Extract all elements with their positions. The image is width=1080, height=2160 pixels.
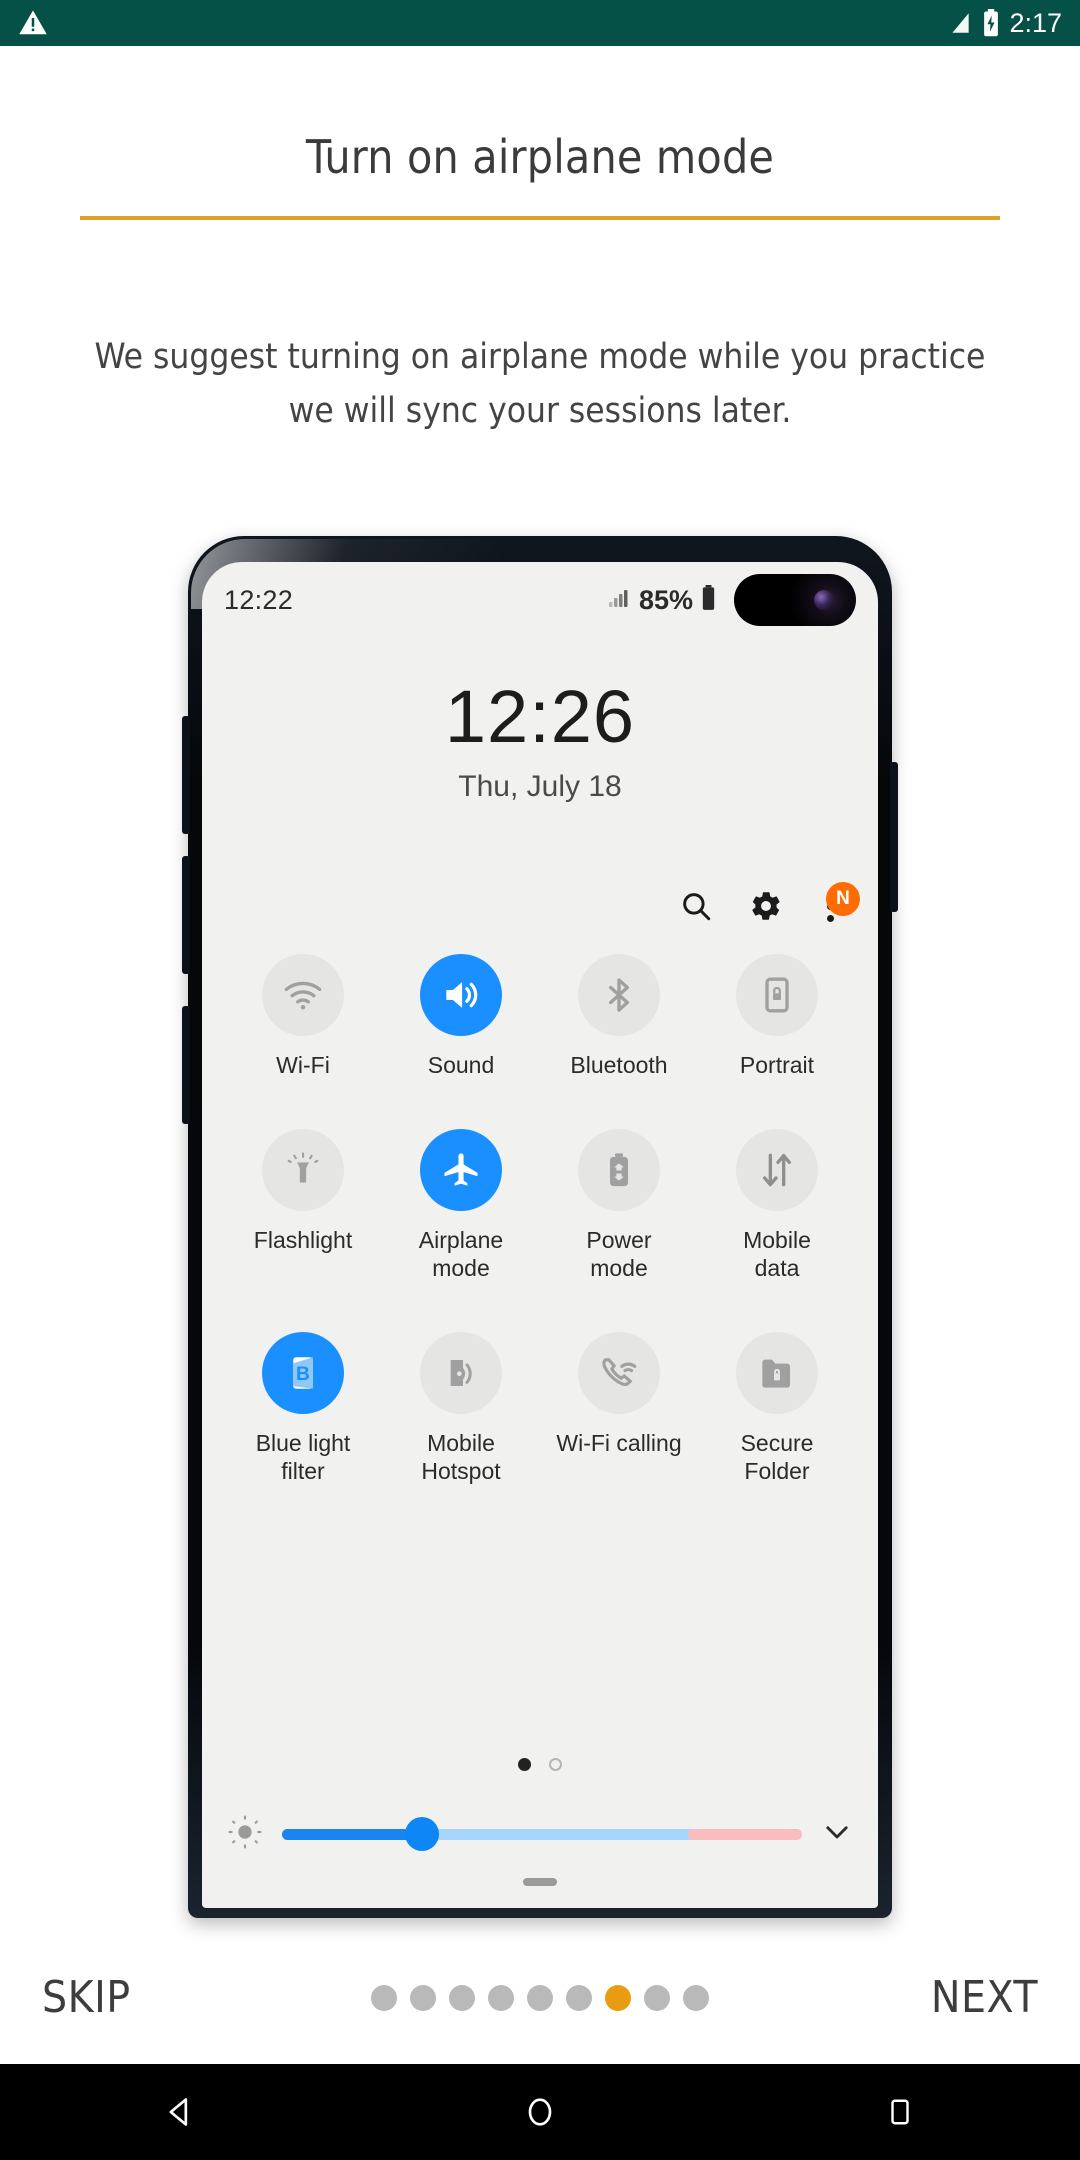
sound-icon bbox=[420, 954, 502, 1036]
portrait-lock-icon bbox=[736, 954, 818, 1036]
warning-triangle-icon bbox=[18, 8, 48, 38]
recents-square-icon[interactable] bbox=[840, 2064, 960, 2160]
tile-label: Mobile Hotspot bbox=[421, 1430, 501, 1484]
tile-bluetooth[interactable]: Bluetooth bbox=[540, 954, 698, 1079]
battery-icon bbox=[701, 584, 716, 616]
panel-page-indicator bbox=[202, 1758, 878, 1771]
system-clock: 2:17 bbox=[1009, 7, 1062, 38]
onboarding-page-indicator bbox=[0, 1984, 1080, 2011]
bluetooth-icon bbox=[578, 954, 660, 1036]
tile-power-mode[interactable]: Power mode bbox=[540, 1129, 698, 1282]
page-dot[interactable] bbox=[488, 1984, 514, 2011]
page-dot[interactable] bbox=[644, 1984, 670, 2011]
page-dot[interactable] bbox=[449, 1984, 475, 2011]
brightness-row bbox=[226, 1806, 854, 1862]
page-title: Turn on airplane mode bbox=[305, 130, 775, 184]
status-bar-left bbox=[18, 8, 48, 38]
front-camera-cutout bbox=[734, 574, 856, 626]
back-triangle-icon[interactable] bbox=[120, 2064, 240, 2160]
tile-wifi-calling[interactable]: Wi-Fi calling bbox=[540, 1332, 698, 1485]
onboarding-footer: SKIP NEXT bbox=[0, 1930, 1080, 2065]
power-mode-icon bbox=[578, 1129, 660, 1211]
battery-charging-icon bbox=[982, 9, 1000, 37]
chevron-down-icon[interactable] bbox=[820, 1815, 854, 1854]
tile-mobile-data[interactable]: Mobile data bbox=[698, 1129, 856, 1282]
tile-airplane-mode[interactable]: Airplane mode bbox=[382, 1129, 540, 1282]
wifi-calling-icon bbox=[578, 1332, 660, 1414]
secure-folder-icon bbox=[736, 1332, 818, 1414]
flashlight-icon bbox=[262, 1129, 344, 1211]
next-button[interactable]: NEXT bbox=[931, 1972, 1038, 2023]
phone-clock: 12:22 bbox=[224, 584, 294, 615]
blue-light-filter-icon: B bbox=[262, 1332, 344, 1414]
page-dot-active[interactable] bbox=[605, 1984, 631, 2011]
page-dot[interactable] bbox=[410, 1984, 436, 2011]
home-circle-icon[interactable] bbox=[480, 2064, 600, 2160]
svg-text:B: B bbox=[296, 1364, 310, 1385]
android-navigation-bar bbox=[0, 2064, 1080, 2160]
mobile-hotspot-icon bbox=[420, 1332, 502, 1414]
tile-label: Power mode bbox=[586, 1227, 652, 1281]
cellular-signal-icon bbox=[947, 10, 973, 36]
tile-sound[interactable]: Sound bbox=[382, 954, 540, 1079]
page-subtitle: We suggest turning on airplane mode whil… bbox=[94, 337, 986, 431]
tile-flashlight[interactable]: Flashlight bbox=[224, 1129, 382, 1282]
status-bar-right: 2:17 bbox=[947, 8, 1062, 39]
tile-label: Flashlight bbox=[253, 1227, 353, 1253]
volume-down-button bbox=[182, 856, 190, 974]
battery-percent-label: 85% bbox=[638, 584, 693, 615]
side-key-button bbox=[182, 1006, 190, 1124]
lock-clock-time: 12:26 bbox=[444, 675, 636, 758]
lock-clock-date: Thu, July 18 bbox=[458, 770, 622, 803]
slider-fill bbox=[282, 1828, 423, 1840]
cellular-signal-icon bbox=[607, 586, 631, 615]
home-indicator bbox=[523, 1878, 557, 1886]
airplane-icon bbox=[420, 1129, 502, 1211]
phone-mockup: 12:22 85% 12:26 Thu, July 18 N Wi-Fi Sou… bbox=[182, 536, 898, 1918]
tile-portrait[interactable]: Portrait bbox=[698, 954, 856, 1079]
panel-dot-active[interactable] bbox=[518, 1758, 531, 1771]
system-status-bar: 2:17 bbox=[0, 0, 1080, 46]
search-icon[interactable] bbox=[674, 884, 718, 928]
overflow-menu-icon[interactable]: N bbox=[814, 882, 860, 928]
phone-status-bar: 12:22 85% bbox=[202, 562, 878, 638]
tile-blue-light-filter[interactable]: B Blue light filter bbox=[224, 1332, 382, 1485]
power-button bbox=[890, 762, 898, 912]
tile-label: Blue light filter bbox=[255, 1430, 351, 1484]
page-dot[interactable] bbox=[566, 1984, 592, 2011]
phone-status-right: 85% bbox=[607, 574, 856, 626]
page-dot[interactable] bbox=[527, 1984, 553, 2011]
tile-secure-folder[interactable]: Secure Folder bbox=[698, 1332, 856, 1485]
mobile-data-icon bbox=[736, 1129, 818, 1211]
tile-label: Airplane mode bbox=[418, 1227, 504, 1281]
quick-settings-tiles: Wi-Fi Sound Bluetooth Portrait Flashligh… bbox=[224, 954, 856, 1485]
tile-label: Mobile data bbox=[743, 1227, 811, 1281]
status-badge: N bbox=[826, 882, 860, 916]
brightness-slider[interactable] bbox=[282, 1817, 802, 1851]
volume-up-button bbox=[182, 716, 190, 834]
tile-mobile-hotspot[interactable]: Mobile Hotspot bbox=[382, 1332, 540, 1485]
quick-settings-actions: N bbox=[674, 882, 860, 928]
panel-dot[interactable] bbox=[549, 1758, 562, 1771]
brightness-sun-icon bbox=[226, 1813, 264, 1856]
tile-label: Portrait bbox=[739, 1052, 815, 1078]
tile-label: Sound bbox=[427, 1052, 495, 1078]
tile-label: Wi-Fi bbox=[276, 1052, 330, 1078]
tile-label: Wi-Fi calling bbox=[556, 1430, 682, 1456]
screen-root: 2:17 Turn on airplane mode We suggest tu… bbox=[0, 0, 1080, 2160]
tile-wifi[interactable]: Wi-Fi bbox=[224, 954, 382, 1079]
tile-label: Bluetooth bbox=[570, 1052, 668, 1078]
tile-label: Secure Folder bbox=[740, 1430, 814, 1484]
page-dot[interactable] bbox=[371, 1984, 397, 2011]
wifi-icon bbox=[262, 954, 344, 1036]
phone-screen: 12:22 85% 12:26 Thu, July 18 N Wi-Fi Sou… bbox=[202, 562, 878, 1908]
gear-icon[interactable] bbox=[744, 884, 788, 928]
title-underline bbox=[80, 216, 1000, 220]
page-dot[interactable] bbox=[683, 1984, 709, 2011]
slider-warm-segment bbox=[687, 1828, 802, 1840]
slider-thumb[interactable] bbox=[405, 1817, 440, 1851]
